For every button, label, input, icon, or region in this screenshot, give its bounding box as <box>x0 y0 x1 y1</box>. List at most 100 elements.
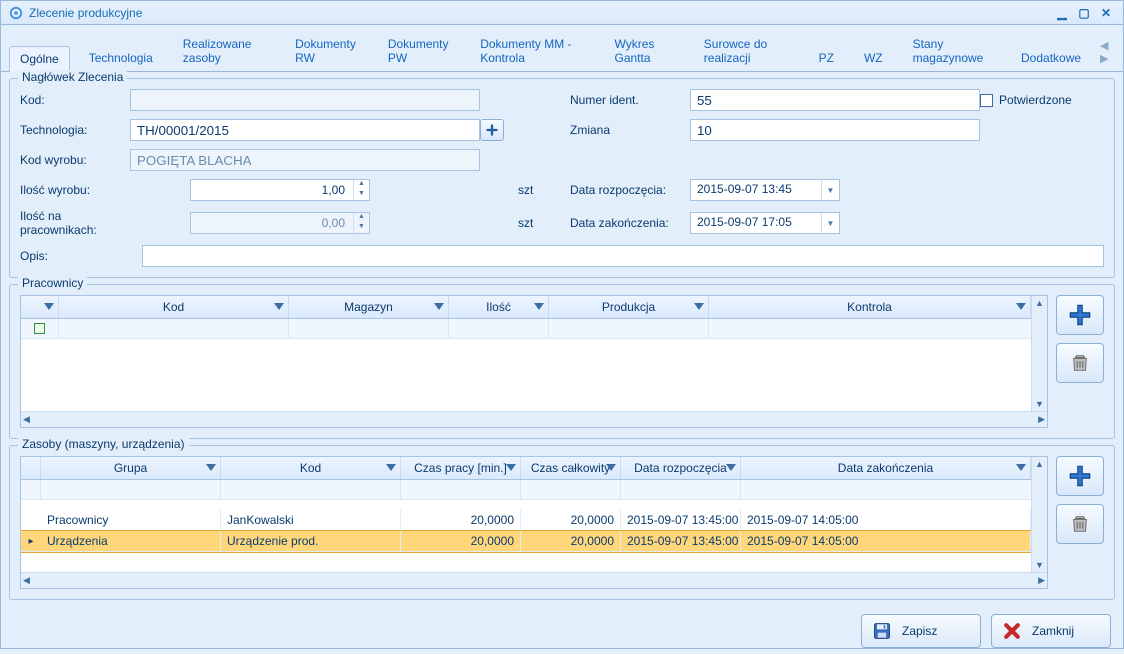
input-opis[interactable] <box>142 245 1104 267</box>
label-opis: Opis: <box>20 249 130 263</box>
label-kod: Kod: <box>20 93 130 107</box>
col-grupa[interactable]: Grupa <box>41 457 221 479</box>
input-kod-wyrobu[interactable] <box>130 149 480 171</box>
tab-dokumenty-pw[interactable]: Dokumenty PW <box>377 31 461 71</box>
col-kontrola[interactable]: Kontrola <box>709 296 1031 318</box>
pracownicy-filter-row[interactable] <box>21 319 1031 339</box>
save-label: Zapisz <box>902 624 937 638</box>
pracownicy-hscroll[interactable]: ◀▶ <box>21 411 1047 427</box>
input-ilosc-wyrobu[interactable]: 1,00 ▲▼ <box>190 179 370 201</box>
label-zmiana: Zmiana <box>570 123 690 137</box>
input-numer-ident[interactable] <box>690 89 980 111</box>
pracownicy-legend: Pracownicy <box>18 276 87 290</box>
zasoby-hscroll[interactable]: ◀▶ <box>21 572 1047 588</box>
tab-technologia[interactable]: Technologia <box>78 45 164 71</box>
tab-ogolne[interactable]: Ogólne <box>9 46 70 72</box>
maximize-button[interactable]: ▢ <box>1075 6 1093 20</box>
spin-up[interactable]: ▲ <box>354 213 369 223</box>
tab-pz[interactable]: PZ <box>808 45 845 71</box>
label-data-zak: Data zakończenia: <box>570 216 690 230</box>
cell-kod: Urządzenie prod. <box>221 531 401 551</box>
app-icon <box>9 6 23 20</box>
cell-grupa: Urządzenia <box>41 531 221 551</box>
input-technologia[interactable] <box>130 119 480 141</box>
col-kod[interactable]: Kod <box>221 457 401 479</box>
spin-down[interactable]: ▼ <box>354 223 369 233</box>
dropdown-icon[interactable]: ▼ <box>821 213 839 233</box>
tab-wz[interactable]: WZ <box>853 45 894 71</box>
unit-ilosc-prac: szt <box>510 216 570 230</box>
cell-czas: 20,0000 <box>401 510 521 530</box>
col-checkbox[interactable] <box>21 296 59 318</box>
save-button[interactable]: Zapisz <box>861 614 981 648</box>
zasoby-add-button[interactable] <box>1056 456 1104 496</box>
cell-zak: 2015-09-07 14:05:00 <box>741 510 1031 530</box>
zasoby-legend: Zasoby (maszyny, urządzenia) <box>18 437 189 451</box>
input-kod[interactable] <box>130 89 480 111</box>
input-ilosc-prac[interactable]: 0,00 ▲▼ <box>190 212 370 234</box>
checkbox-potwierdzone[interactable]: Potwierdzone <box>980 93 1100 107</box>
table-row[interactable]: Pracownicy JanKowalski 20,0000 20,0000 2… <box>21 510 1031 531</box>
spin-up[interactable]: ▲ <box>354 180 369 190</box>
col-kod[interactable]: Kod <box>59 296 289 318</box>
dropdown-icon[interactable]: ▼ <box>821 180 839 200</box>
col-data-rozp[interactable]: Data rozpoczęcia <box>621 457 741 479</box>
tab-realizowane-zasoby[interactable]: Realizowane zasoby <box>172 31 276 71</box>
label-ilosc-prac: Ilość na pracownikach: <box>20 209 130 237</box>
cell-grupa: Pracownicy <box>41 510 221 530</box>
cell-rozp: 2015-09-07 13:45:00 <box>621 531 741 551</box>
spin-down[interactable]: ▼ <box>354 190 369 200</box>
label-ilosc-wyrobu: Ilość wyrobu: <box>20 183 130 197</box>
header-legend: Nagłówek Zlecenia <box>18 70 127 84</box>
window-title: Zlecenie produkcyjne <box>29 6 142 20</box>
input-data-rozp[interactable]: 2015-09-07 13:45 ▼ <box>690 179 840 201</box>
pracownicy-delete-button[interactable] <box>1056 343 1104 383</box>
pracownicy-groupbox: Pracownicy Kod Magazyn Ilość Produkcja K… <box>9 284 1115 439</box>
cell-rozp: 2015-09-07 13:45:00 <box>621 510 741 530</box>
cell-zak: 2015-09-07 14:05:00 <box>741 531 1031 551</box>
add-technologia-button[interactable] <box>480 119 504 141</box>
label-potwierdzone: Potwierdzone <box>999 93 1072 107</box>
col-czas-calkowity[interactable]: Czas całkowity <box>521 457 621 479</box>
table-row[interactable]: ▸ Urządzenia Urządzenie prod. 20,0000 20… <box>21 531 1031 552</box>
col-czas-pracy[interactable]: Czas pracy [min.] <box>401 457 521 479</box>
cell-calk: 20,0000 <box>521 510 621 530</box>
tab-dodatkowe[interactable]: Dodatkowe <box>1010 45 1092 71</box>
close-window-button[interactable]: ✕ <box>1097 6 1115 20</box>
pracownicy-vscroll[interactable]: ▲▼ <box>1031 296 1047 411</box>
label-technologia: Technologia: <box>20 123 130 137</box>
tab-dokumenty-rw[interactable]: Dokumenty RW <box>284 31 369 71</box>
zasoby-groupbox: Zasoby (maszyny, urządzenia) Grupa Kod C… <box>9 445 1115 600</box>
pracownicy-body[interactable] <box>21 339 1031 411</box>
zasoby-vscroll[interactable]: ▲▼ <box>1031 457 1047 572</box>
col-ilosc[interactable]: Ilość <box>449 296 549 318</box>
row-marker: ▸ <box>21 531 41 551</box>
tab-bar: Ogólne Technologia Realizowane zasoby Do… <box>1 25 1123 72</box>
pracownicy-add-button[interactable] <box>1056 295 1104 335</box>
tab-stany[interactable]: Stany magazynowe <box>902 31 1002 71</box>
footer: Zapisz Zamknij <box>9 606 1115 648</box>
col-produkcja[interactable]: Produkcja <box>549 296 709 318</box>
close-button[interactable]: Zamknij <box>991 614 1111 648</box>
zasoby-grid[interactable]: Grupa Kod Czas pracy [min.] Czas całkowi… <box>20 456 1048 589</box>
col-magazyn[interactable]: Magazyn <box>289 296 449 318</box>
header-groupbox: Nagłówek Zlecenia Kod: Numer ident. Potw… <box>9 78 1115 278</box>
col-rowmarker <box>21 457 41 479</box>
input-data-zak[interactable]: 2015-09-07 17:05 ▼ <box>690 212 840 234</box>
input-zmiana[interactable] <box>690 119 980 141</box>
pracownicy-grid[interactable]: Kod Magazyn Ilość Produkcja Kontrola <box>20 295 1048 428</box>
filter-checkbox[interactable] <box>34 323 45 334</box>
minimize-button[interactable]: ▁ <box>1053 6 1071 20</box>
label-kod-wyrobu: Kod wyrobu: <box>20 153 130 167</box>
tab-scroll-arrows[interactable]: ◀ ▶ <box>1100 39 1115 71</box>
zasoby-body[interactable]: Pracownicy JanKowalski 20,0000 20,0000 2… <box>21 510 1031 572</box>
tab-wykres-gantta[interactable]: Wykres Gantta <box>604 31 685 71</box>
col-data-zak[interactable]: Data zakończenia <box>741 457 1031 479</box>
tab-surowce[interactable]: Surowce do realizacji <box>693 31 800 71</box>
zasoby-delete-button[interactable] <box>1056 504 1104 544</box>
row-marker <box>21 510 41 530</box>
cell-kod: JanKowalski <box>221 510 401 530</box>
tab-dokumenty-mm[interactable]: Dokumenty MM - Kontrola <box>469 31 595 71</box>
label-numer-ident: Numer ident. <box>570 93 690 107</box>
zasoby-filter-row[interactable] <box>21 480 1031 500</box>
